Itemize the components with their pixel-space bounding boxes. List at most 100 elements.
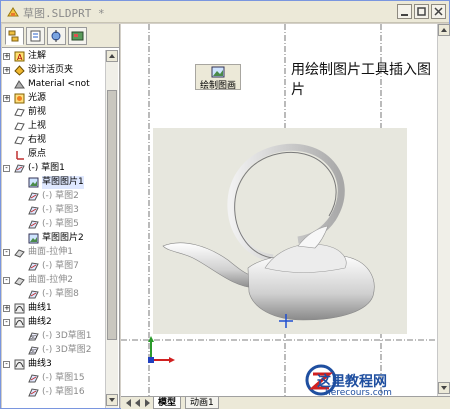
tree-item[interactable]: 草图图片2 xyxy=(2,232,105,245)
graphics-scroll-up-arrow[interactable] xyxy=(438,24,450,36)
tab-feature-manager[interactable] xyxy=(5,27,24,45)
chevron-up-icon xyxy=(109,54,115,58)
tree-item-label: (-) 草图16 xyxy=(42,387,85,397)
graphics-scrollbar[interactable] xyxy=(437,24,450,396)
collapse-icon[interactable]: - xyxy=(3,277,10,284)
tree-item[interactable]: - 曲线2 xyxy=(2,316,105,329)
tree-item-label: (-) 草图2 xyxy=(42,191,79,201)
instruction-caption: 用绘制图片工具插入图片 xyxy=(291,62,431,98)
maximize-button[interactable] xyxy=(414,4,429,19)
tab-animation[interactable]: 动画1 xyxy=(185,397,219,409)
expand-icon[interactable]: + xyxy=(3,67,10,74)
chevron-down-icon xyxy=(109,398,115,402)
tree-item-label: 曲线3 xyxy=(28,359,52,369)
tab-property-manager[interactable] xyxy=(26,27,45,45)
scroll-down-arrow[interactable] xyxy=(106,394,118,406)
tree-item[interactable]: (-) 草图16 xyxy=(2,386,105,399)
tree-item[interactable]: Material <not xyxy=(2,78,105,91)
display-manager-icon xyxy=(71,31,84,41)
expand-icon[interactable]: + xyxy=(3,95,10,102)
window-title: 草图.SLDPRT * xyxy=(23,7,105,20)
tree-item[interactable]: (-) 草图15 xyxy=(2,372,105,385)
tree-item[interactable]: + 曲线1 xyxy=(2,302,105,315)
svg-text:3D: 3D xyxy=(30,335,37,341)
sketch-icon xyxy=(14,164,25,173)
curve-icon xyxy=(14,359,25,370)
origin-marker-icon xyxy=(279,314,293,328)
tree-item-label: (-) 草图15 xyxy=(42,373,85,383)
sketch-icon xyxy=(28,262,39,271)
tree-item-label: 曲线2 xyxy=(28,317,52,327)
sketch-icon xyxy=(28,290,39,299)
tab-scroll-arrows-icon[interactable] xyxy=(123,397,153,409)
sketch-picture-teapot[interactable] xyxy=(153,128,407,334)
expand-icon[interactable]: + xyxy=(3,53,10,60)
tree-item-label: 前视 xyxy=(28,107,47,117)
tree-item[interactable]: - 曲面-拉伸1 xyxy=(2,246,105,259)
tree-item[interactable]: + 光源 xyxy=(2,92,105,105)
collapse-icon[interactable]: - xyxy=(3,361,10,368)
picture-icon xyxy=(211,66,225,78)
collapse-icon[interactable]: - xyxy=(3,249,10,256)
tree-item[interactable]: 原点 xyxy=(2,148,105,161)
tree-item-label: 草图图片1 xyxy=(42,176,84,189)
tree-item[interactable]: + 设计活页夹 xyxy=(2,64,105,77)
surface-extrude-icon xyxy=(14,277,25,286)
scroll-up-arrow[interactable] xyxy=(106,50,118,62)
solidworks-window: 草图.SLDPRT * + A 注解 + 设计活页夹 Material <not xyxy=(0,0,450,409)
sketch-icon xyxy=(28,220,39,229)
tree-item-label: 原点 xyxy=(28,149,47,159)
tree-item[interactable]: (-) 草图5 xyxy=(2,218,105,231)
plane-icon xyxy=(14,136,25,145)
tree-item[interactable]: (-) 草图7 xyxy=(2,260,105,273)
tree-item-label: 右视 xyxy=(28,135,47,145)
tree-item[interactable]: - 曲线3 xyxy=(2,358,105,371)
tree-item[interactable]: 上视 xyxy=(2,120,105,133)
svg-text:3D: 3D xyxy=(30,349,37,355)
manager-tab-strip xyxy=(2,24,119,48)
tab-model[interactable]: 模型 xyxy=(153,397,182,409)
teapot-image xyxy=(162,143,375,321)
title-bar[interactable]: 草图.SLDPRT * xyxy=(1,1,449,23)
material-icon xyxy=(14,80,25,89)
tree-item[interactable]: - 曲面-拉伸2 xyxy=(2,274,105,287)
graphics-scroll-down-arrow[interactable] xyxy=(438,382,450,394)
annotation-icon: A xyxy=(14,51,25,62)
tab-display-manager[interactable] xyxy=(68,27,87,45)
tree-item[interactable]: + A 注解 xyxy=(2,50,105,63)
sketch-icon xyxy=(28,192,39,201)
curve-icon xyxy=(14,317,25,328)
tree-item-label: (-) 草图7 xyxy=(42,261,79,271)
scroll-thumb[interactable] xyxy=(107,90,117,340)
collapse-icon[interactable]: - xyxy=(3,165,10,172)
watermark-subtitle: herecours.com xyxy=(325,388,392,396)
tree-item-label: 上视 xyxy=(28,121,47,131)
tree-item-label: (-) 草图5 xyxy=(42,219,79,229)
graphics-area[interactable]: 绘制图画 用绘制图片工具插入图片 这里教程网 herecours.com xyxy=(121,24,437,396)
tree-item[interactable]: 草图图片1 xyxy=(2,176,105,189)
svg-text:A: A xyxy=(17,53,23,62)
close-button[interactable] xyxy=(431,4,446,19)
minimize-button[interactable] xyxy=(397,4,412,19)
tree-item-label: 注解 xyxy=(28,51,47,61)
origin-icon xyxy=(16,151,24,160)
tree-item[interactable]: 3D (-) 3D草图2 xyxy=(2,344,105,357)
tree-item[interactable]: (-) 草图2 xyxy=(2,190,105,203)
tree-item[interactable]: 3D (-) 3D草图1 xyxy=(2,330,105,343)
tree-item[interactable]: (-) 草图3 xyxy=(2,204,105,217)
chevron-down-icon xyxy=(441,386,447,390)
plane-icon xyxy=(14,122,25,131)
tree-item[interactable]: 前视 xyxy=(2,106,105,119)
sketch-picture-button[interactable]: 绘制图画 xyxy=(195,64,241,91)
tree-item[interactable]: - (-) 草图1 xyxy=(2,162,105,175)
collapse-icon[interactable]: - xyxy=(3,319,10,326)
tree-item-label: (-) 草图1 xyxy=(28,163,65,173)
tree-item-label: 草图图片2 xyxy=(42,233,84,243)
tree-item[interactable]: (-) 草图8 xyxy=(2,288,105,301)
expand-icon[interactable]: + xyxy=(3,305,10,312)
tab-configuration-manager[interactable] xyxy=(47,27,66,45)
sketch-picture-label: 绘制图画 xyxy=(199,81,236,91)
tree-item[interactable]: 右视 xyxy=(2,134,105,147)
feature-tree-scrollbar[interactable] xyxy=(105,50,118,408)
tree-item-label: (-) 草图3 xyxy=(42,205,79,215)
